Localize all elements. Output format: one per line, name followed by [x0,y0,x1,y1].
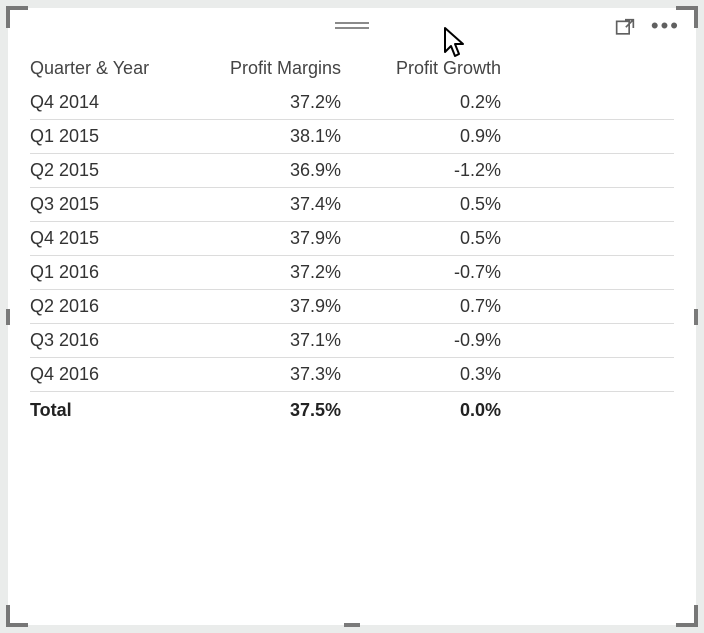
focus-mode-icon[interactable] [614,18,636,38]
table-total-row: Total 37.5% 0.0% [30,392,674,428]
cell-period: Q2 2015 [30,160,196,181]
cell-margin: 37.9% [196,228,361,249]
drag-grip-icon[interactable] [335,22,369,29]
cell-growth: 0.5% [361,194,507,215]
cell-growth: 0.9% [361,126,507,147]
cell-margin: 36.9% [196,160,361,181]
table-row[interactable]: Q4 2014 37.2% 0.2% [30,86,674,120]
cell-growth: 0.2% [361,92,507,113]
resize-handle-bottom[interactable] [344,623,360,627]
cell-period: Q4 2014 [30,92,196,113]
cell-growth: 0.5% [361,228,507,249]
table-row[interactable]: Q1 2015 38.1% 0.9% [30,120,674,154]
table-visual-frame[interactable]: ••• Quarter & Year Profit Margins Profit… [8,8,696,625]
table-row[interactable]: Q2 2015 36.9% -1.2% [30,154,674,188]
cell-growth: -0.7% [361,262,507,283]
total-growth: 0.0% [361,400,507,421]
cell-margin: 37.1% [196,330,361,351]
column-header-period[interactable]: Quarter & Year [30,58,196,79]
column-header-margins[interactable]: Profit Margins [196,58,361,79]
table-row[interactable]: Q4 2015 37.9% 0.5% [30,222,674,256]
cell-period: Q2 2016 [30,296,196,317]
cell-period: Q1 2016 [30,262,196,283]
table-row[interactable]: Q2 2016 37.9% 0.7% [30,290,674,324]
total-label: Total [30,400,196,421]
cell-period: Q4 2015 [30,228,196,249]
total-margin: 37.5% [196,400,361,421]
column-header-growth[interactable]: Profit Growth [361,58,507,79]
cell-margin: 38.1% [196,126,361,147]
resize-handle-br[interactable] [676,605,698,627]
cell-margin: 37.2% [196,262,361,283]
table-row[interactable]: Q4 2016 37.3% 0.3% [30,358,674,392]
cell-growth: -0.9% [361,330,507,351]
cell-period: Q4 2016 [30,364,196,385]
resize-handle-right[interactable] [694,309,698,325]
cell-period: Q1 2015 [30,126,196,147]
cell-growth: 0.3% [361,364,507,385]
cell-period: Q3 2016 [30,330,196,351]
table-row[interactable]: Q3 2016 37.1% -0.9% [30,324,674,358]
cell-growth: 0.7% [361,296,507,317]
cell-margin: 37.3% [196,364,361,385]
visual-header: ••• [8,8,696,44]
resize-handle-bl[interactable] [6,605,28,627]
table-header-row: Quarter & Year Profit Margins Profit Gro… [30,52,674,86]
table-row[interactable]: Q1 2016 37.2% -0.7% [30,256,674,290]
cell-margin: 37.2% [196,92,361,113]
resize-handle-left[interactable] [6,309,10,325]
data-table: Quarter & Year Profit Margins Profit Gro… [30,52,674,428]
cell-margin: 37.4% [196,194,361,215]
table-row[interactable]: Q3 2015 37.4% 0.5% [30,188,674,222]
more-options-icon[interactable]: ••• [651,16,680,36]
cell-growth: -1.2% [361,160,507,181]
cell-period: Q3 2015 [30,194,196,215]
cell-margin: 37.9% [196,296,361,317]
